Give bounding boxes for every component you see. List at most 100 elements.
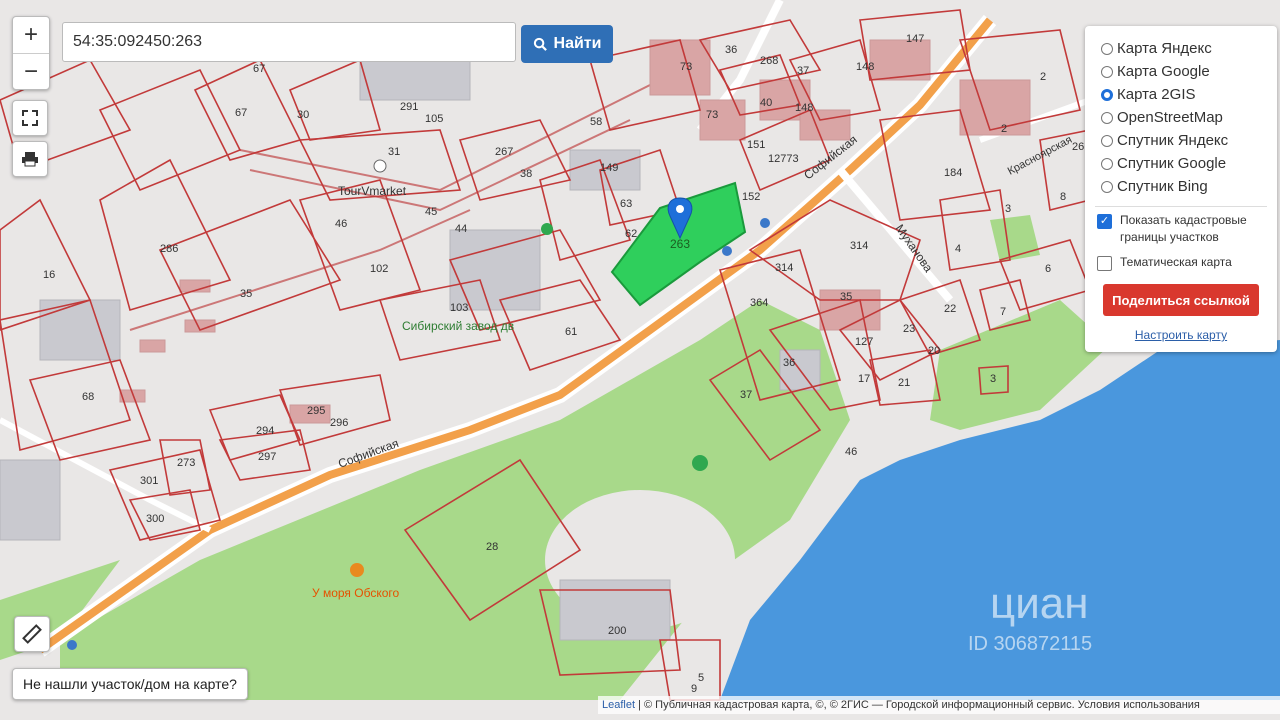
thematic-map-label: Тематическая карта [1120, 255, 1232, 269]
parcel-number-label: 63 [620, 198, 632, 210]
find-button[interactable]: Найти [521, 25, 613, 63]
parcel-number-label: 73 [680, 61, 692, 73]
base-layer-radio[interactable]: Спутник Яндекс [1101, 132, 1228, 149]
parcel-number-label: 45 [425, 206, 437, 218]
not-found-button[interactable]: Не нашли участок/дом на карте? [12, 668, 248, 700]
parcel-number-label: 26 [1072, 141, 1084, 153]
layer-panel: Карта Яндекс Карта Google Карта 2GIS OpenSt… [1085, 26, 1277, 352]
checkbox-icon: ✓ [1097, 214, 1112, 229]
thematic-map-checkbox[interactable]: Тематическая карта [1097, 254, 1232, 271]
parcel-number-label: 300 [146, 513, 164, 525]
radio-icon [1101, 180, 1113, 193]
attribution-text: | © Публичная кадастровая карта, ©, © 2Г… [635, 699, 1200, 711]
parcel-number-label: 37 [797, 65, 809, 77]
parcel-number-label: 35 [840, 291, 852, 303]
ruler-button[interactable] [14, 616, 50, 652]
base-layer-radio[interactable]: Спутник Google [1101, 155, 1226, 172]
ruler-icon [22, 624, 42, 644]
parcel-number-label: 147 [906, 33, 924, 45]
poi-icon [541, 223, 553, 235]
parcel-number-label: 22 [944, 303, 956, 315]
parcel-number-label: 37 [740, 389, 752, 401]
fullscreen-button[interactable] [12, 100, 48, 136]
parcel-number-label: 3 [1005, 203, 1011, 215]
map-attribution: Leaflet | © Публичная кадастровая карта,… [598, 696, 1280, 714]
parcel-number-label: 294 [256, 425, 274, 437]
watermark-text: циан [990, 579, 1089, 628]
parcel-number-label: 46 [335, 218, 347, 230]
parcel-number-label: 2 [1001, 123, 1007, 135]
radio-icon [1101, 111, 1113, 124]
radio-icon [1101, 42, 1113, 55]
search-icon [533, 37, 547, 51]
poi-label: TourVmarket [338, 184, 407, 198]
radio-icon [1101, 88, 1113, 101]
base-layer-label: Карта 2GIS [1117, 86, 1196, 103]
parcel-number-label: 9 [691, 683, 697, 695]
poi-icon [373, 159, 387, 173]
parcel-number-label: 44 [455, 223, 467, 235]
checkbox-icon [1097, 256, 1112, 271]
leaflet-link[interactable]: Leaflet [602, 699, 635, 711]
parcel-number-label: 36 [783, 357, 795, 369]
printer-icon [22, 152, 38, 167]
base-layer-label: Спутник Google [1117, 155, 1227, 172]
parcel-number-label: 62 [625, 228, 637, 240]
base-layer-radio[interactable]: Спутник Bing [1101, 178, 1208, 195]
parcel-number-label: 61 [565, 326, 577, 338]
poi-icon [692, 455, 708, 471]
parcel-number-label: 35 [240, 288, 252, 300]
find-button-label: Найти [553, 35, 602, 52]
parcel-number-label: 8 [1060, 191, 1066, 203]
parcel-number-label: 297 [258, 451, 276, 463]
zoom-in-button[interactable]: + [13, 17, 49, 54]
base-layer-radio[interactable]: Карта Google [1101, 63, 1210, 80]
parcel-number-label: 28 [486, 541, 498, 553]
show-cadastral-checkbox[interactable]: ✓ Показать кадастровые границы участков [1097, 212, 1277, 246]
radio-icon [1101, 157, 1113, 170]
parcel-number-label: 46 [845, 446, 857, 458]
base-layer-label: Спутник Яндекс [1117, 132, 1229, 149]
parcel-number-label: 295 [307, 405, 325, 417]
parcel-number-label: 151 [747, 139, 765, 151]
base-layer-label: Карта Google [1117, 63, 1210, 80]
parcel-number-label: 273 [177, 457, 195, 469]
parcel-number-label: 4 [955, 243, 961, 255]
base-layer-radio[interactable]: Карта 2GIS [1101, 86, 1196, 103]
base-layer-radio[interactable]: OpenStreetMap [1101, 109, 1223, 126]
parcel-number-label: 102 [370, 263, 388, 275]
parcel-number-label: 67 [253, 63, 265, 75]
cadastral-search-input[interactable] [62, 22, 516, 62]
share-link-button[interactable]: Поделиться ссылкой [1103, 284, 1259, 316]
expand-icon [22, 110, 38, 126]
parcel-number-label: 5 [698, 672, 704, 684]
parcel-number-label: 184 [944, 167, 962, 179]
divider [1095, 206, 1267, 207]
parcel-number-label: 31 [388, 146, 400, 158]
parcel-number-label: 73 [706, 109, 718, 121]
configure-map-link[interactable]: Настроить карту [1085, 328, 1277, 342]
parcel-number-label: 152 [742, 191, 760, 203]
parcel-number-label: 149 [600, 162, 618, 174]
parcel-number-label: 296 [330, 417, 348, 429]
parcel-number-label: 2 [1040, 71, 1046, 83]
parcel-number-label: 12773 [768, 153, 799, 165]
parcel-number-label: 16 [43, 269, 55, 281]
print-button[interactable] [12, 141, 48, 177]
selected-parcel-label: 263 [670, 237, 690, 251]
show-cadastral-label: Показать кадастровые границы участков [1120, 213, 1247, 244]
poi-label: У моря Обского [312, 586, 399, 600]
base-layer-label: OpenStreetMap [1117, 109, 1223, 126]
parcel-number-label: 291 [400, 101, 418, 113]
zoom-control: + − [12, 16, 50, 90]
radio-icon [1101, 65, 1113, 78]
parcel-number-label: 105 [425, 113, 443, 125]
base-layer-radio[interactable]: Карта Яндекс [1101, 40, 1212, 57]
parcel-number-label: 364 [750, 297, 768, 309]
base-layer-label: Спутник Bing [1117, 178, 1208, 195]
zoom-out-button[interactable]: − [13, 54, 49, 90]
poi-icon [350, 563, 364, 577]
parcel-number-label: 58 [590, 116, 602, 128]
parcel-number-label: 30 [297, 109, 309, 121]
parcel-number-label: 148 [795, 102, 813, 114]
